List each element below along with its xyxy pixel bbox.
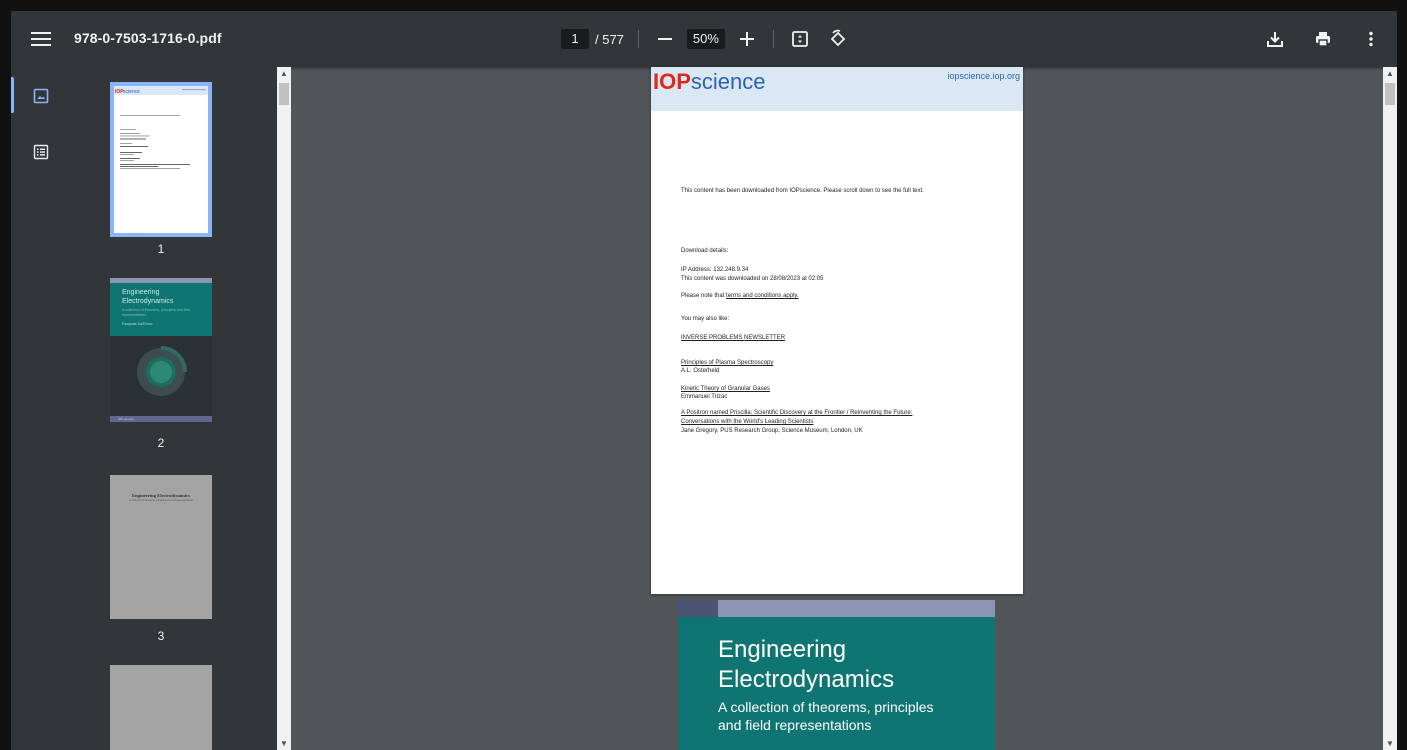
cover-stripe-dark [678, 600, 718, 617]
scroll-up-arrow-icon[interactable]: ▲ [1386, 69, 1394, 78]
page-zoom-controls: 1 / 577 50% [561, 27, 850, 51]
document-outline-icon [33, 144, 49, 160]
scrollbar-thumb[interactable] [279, 83, 289, 105]
thumbnail-list: IOP science 1 Engineering Electrodynamic… [69, 67, 277, 750]
related-link[interactable]: Principles of Plasma Spectroscopy [681, 359, 773, 367]
thumbnail-page-3[interactable]: Engineering Electrodynamics A collection… [110, 475, 212, 655]
thumb-3-title: Engineering Electrodynamics [132, 493, 190, 498]
main-scrollbar[interactable]: ▲ ▼ [1383, 67, 1397, 750]
zoom-out-button[interactable] [653, 27, 677, 51]
more-vert-icon [1369, 31, 1373, 47]
ip-address: IP Address: 132.248.9.34 [681, 267, 749, 273]
thumbnail-image: Engineering Electrodynamics A collection… [110, 475, 212, 619]
active-tab-indicator [11, 77, 14, 113]
thumb-cover-author: Pasquale Dall'Osso [122, 322, 153, 326]
pdf-viewer: 978-0-7503-1716-0.pdf 1 / 577 50% IOP sc… [11, 11, 1397, 750]
thumbnail-image: IOP science [110, 82, 212, 237]
cover-subtitle-line2: and field representations [718, 717, 872, 733]
logo-iop: IOP [653, 69, 691, 94]
thumbnail-view-icon [33, 88, 49, 104]
outline-tab[interactable] [33, 144, 49, 160]
rotate-button[interactable] [826, 27, 850, 51]
toolbar-actions [1263, 27, 1383, 51]
download-icon [1267, 32, 1283, 47]
related-link[interactable]: A Positron named Priscilla: Scientific D… [681, 409, 912, 417]
divider [637, 30, 639, 48]
related-author: Emmanuel Trizac [681, 394, 728, 400]
cover-subtitle-line1: A collection of theorems, principles [718, 699, 934, 715]
page-1-thumbnail-icon: IOP science [114, 86, 208, 169]
thumbnail-image: Engineering Electrodynamics A collection… [110, 278, 212, 422]
rotate-icon [830, 29, 846, 47]
zoom-input[interactable]: 50% [686, 29, 725, 49]
cover-art [110, 336, 212, 418]
print-button[interactable] [1311, 27, 1335, 51]
fit-to-page-icon [792, 31, 808, 47]
menu-icon[interactable] [31, 28, 51, 50]
related-link-continued[interactable]: Conversations with the World's Leading S… [681, 418, 813, 426]
thumb-cover-title: Engineering Electrodynamics [122, 288, 173, 306]
terms-link[interactable]: terms and conditions apply. [726, 293, 799, 299]
zoom-in-button[interactable] [735, 27, 759, 51]
related-link[interactable]: INVERSE PROBLEMS NEWSLETTER [681, 334, 785, 342]
scroll-down-arrow-icon[interactable]: ▼ [1386, 739, 1394, 748]
thumbnail-page-1[interactable]: IOP science 1 [110, 82, 212, 262]
thumbnails-tab[interactable] [33, 88, 49, 104]
cover-subtitle: A collection of theorems, principles and… [718, 698, 934, 734]
thumbnail-number: 2 [157, 436, 165, 450]
download-notice: This content has been downloaded from IO… [681, 188, 924, 194]
sidebar: IOP science 1 Engineering Electrodynamic… [11, 67, 277, 750]
thumb-cover-title-line1: Engineering [122, 289, 160, 296]
pdf-page-1: IOPscience iopscience.iop.org This conte… [651, 67, 1023, 594]
thumb-cover-subtitle: A collection of theorems, principles and… [122, 308, 191, 317]
download-button[interactable] [1263, 27, 1287, 51]
cover-title-line2: Electrodynamics [718, 666, 895, 693]
thumbnail-number: 3 [157, 629, 165, 643]
fit-page-button[interactable] [788, 27, 812, 51]
divider [772, 30, 774, 48]
thumb-cover-title-line2: Electrodynamics [122, 298, 174, 305]
svg-text:science: science [123, 89, 140, 95]
thumb-cover-footer: IOP ebooks [110, 416, 212, 422]
logo-science: science [690, 69, 766, 94]
pdf-page-2-cover: Engineering Electrodynamics A collection… [678, 600, 995, 750]
scroll-down-arrow-icon[interactable]: ▼ [280, 739, 288, 748]
minus-icon [657, 38, 672, 40]
cover-top-stripe [678, 600, 995, 617]
scroll-up-arrow-icon[interactable]: ▲ [280, 69, 288, 78]
cover-graphic-icon [137, 346, 187, 396]
scrollbar-thumb[interactable] [1385, 83, 1395, 105]
toolbar: 978-0-7503-1716-0.pdf 1 / 577 50% [11, 11, 1397, 67]
file-name: 978-0-7503-1716-0.pdf [74, 30, 222, 46]
download-date: This content was downloaded on 28/08/202… [681, 276, 824, 282]
you-may-also-like: You may also like: [681, 316, 730, 322]
terms-note: Please note that terms and conditions ap… [681, 292, 799, 300]
total-pages: / 577 [595, 31, 624, 47]
thumbnail-page-4[interactable] [110, 665, 212, 750]
cover-title: Engineering Electrodynamics [718, 635, 894, 695]
plus-icon [739, 32, 754, 46]
download-details-heading: Download details: [681, 248, 729, 254]
thumbnail-number: 1 [157, 242, 165, 256]
iopscience-logo: IOPscience [653, 69, 766, 95]
thumbnail-image [110, 665, 212, 750]
iopscience-url: iopscience.iop.org [947, 71, 1020, 81]
window-frame: 978-0-7503-1716-0.pdf 1 / 577 50% IOP sc… [0, 0, 1407, 750]
cover-title-line1: Engineering [718, 636, 847, 663]
thumbnail-page-2[interactable]: Engineering Electrodynamics A collection… [110, 276, 212, 456]
terms-note-text: Please note that [681, 293, 725, 299]
related-author: Jane Gregory, PUS Research Group, Scienc… [681, 428, 863, 434]
print-icon [1316, 32, 1330, 47]
cover-stripe [110, 278, 212, 283]
more-options-button[interactable] [1359, 27, 1383, 51]
sidebar-tabs [11, 67, 69, 750]
related-link[interactable]: Kinetic Theory of Granular Gases [681, 385, 770, 393]
thumb-3-subtitle: A collection of theorems, principles and… [129, 499, 193, 502]
page-number-input[interactable]: 1 [561, 29, 589, 49]
iop-header: IOPscience iopscience.iop.org [651, 67, 1023, 111]
sidebar-scrollbar[interactable]: ▲ ▼ [277, 67, 291, 750]
related-author: A.L. Osterheld [681, 368, 720, 374]
